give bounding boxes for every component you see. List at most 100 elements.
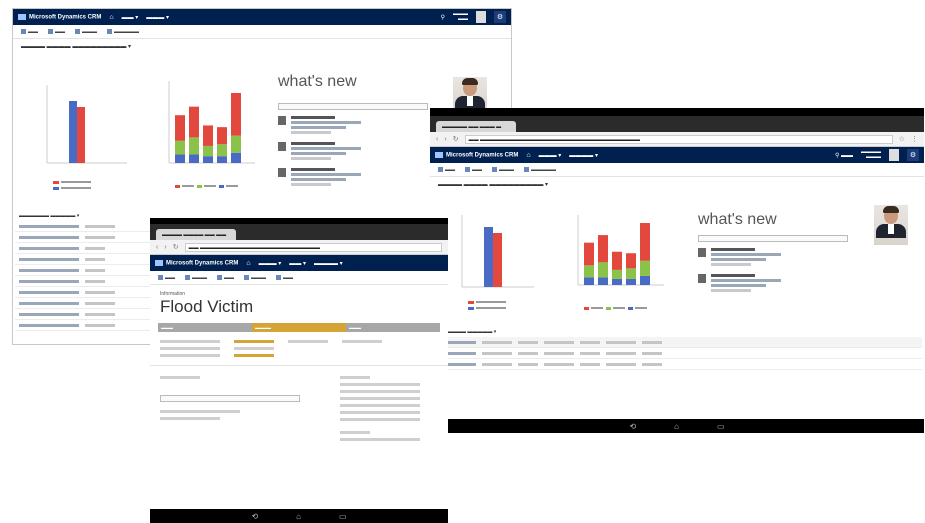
table-row[interactable] (15, 298, 155, 309)
feed-item (278, 142, 438, 162)
table-row[interactable] (432, 359, 922, 370)
crm-logo[interactable]: Microsoft Dynamics CRM (155, 259, 238, 266)
nav-item-dashboards[interactable]: ▬▬▬ ▾ (146, 14, 169, 21)
table-row[interactable] (15, 265, 155, 276)
cmd-save-button[interactable]: ▬▬ (48, 29, 65, 35)
user-photo (453, 77, 487, 111)
table-row[interactable] (15, 232, 155, 243)
cmd-process-button[interactable]: ▬▬▬ (244, 275, 266, 281)
android-recents-icon[interactable]: ▭ (339, 512, 347, 521)
nav-item-sales[interactable]: ▬▬ ▾ (122, 14, 139, 21)
whats-new-title: what's new (278, 73, 357, 90)
post-icon (698, 248, 706, 257)
back-arrow-icon[interactable]: ‹ (436, 136, 438, 143)
dashboard-selector[interactable]: ▬▬▬▬ ▬▬▬▬ ▬▬▬▬▬▬▬▬▬ ▾ (13, 39, 511, 54)
gear-icon[interactable]: ⚙ (907, 149, 919, 161)
process-stage[interactable]: ▬▬▬ (346, 323, 440, 332)
browser-tab[interactable]: ▬▬▬▬ ▬▬▬▬ ▬▬ ▬▬ (156, 229, 236, 240)
forward-arrow-icon[interactable]: › (444, 136, 446, 143)
cmd-share-button[interactable]: ▬▬ (276, 275, 293, 281)
tablet-chart-2 (577, 215, 664, 310)
cmd-save-button[interactable]: ▬▬ (465, 167, 482, 173)
chart-2-bar-segment (598, 262, 608, 278)
home-icon[interactable]: ⌂ (109, 14, 113, 21)
cmd-set-default-button[interactable]: ▬▬▬▬▬ (524, 167, 556, 173)
nav-item-record[interactable]: ▬▬▬▬ ▾ (314, 260, 343, 267)
note-input[interactable] (160, 395, 300, 402)
post-icon (278, 116, 286, 125)
menu-icon[interactable]: ⋮ (911, 135, 918, 143)
chart-2-bar-segment (584, 265, 594, 278)
avatar[interactable] (889, 149, 899, 161)
chart-2-bar-segment (640, 275, 650, 285)
crm-logo[interactable]: Microsoft Dynamics CRM (435, 151, 518, 158)
cmd-refresh-button[interactable]: ▬▬▬ (75, 29, 97, 35)
whats-new-title: what's new (698, 211, 777, 228)
home-icon[interactable]: ⌂ (246, 260, 250, 267)
cmd-deactivate-button[interactable]: ▬▬▬ (185, 275, 207, 281)
cmd-new-button[interactable]: ▬▬ (438, 167, 455, 173)
process-fields (150, 332, 448, 365)
nav-item-sales[interactable]: ▬▬▬ ▾ (259, 260, 282, 267)
user-info[interactable]: ▬▬▬▬ ▬▬▬ (861, 150, 881, 160)
table-row[interactable] (15, 287, 155, 298)
search-icon[interactable]: ⚲ (441, 14, 445, 21)
table-row[interactable] (15, 254, 155, 265)
back-arrow-icon[interactable]: ‹ (156, 244, 158, 251)
android-back-icon[interactable]: ⟲ (251, 512, 258, 521)
back-chart-2 (168, 81, 255, 188)
cmd-set-default-button[interactable]: ▬▬▬▬▬ (107, 29, 139, 35)
reload-icon[interactable]: ↻ (453, 135, 459, 143)
android-recents-icon[interactable]: ▭ (717, 422, 725, 431)
nav-item-cases[interactable]: ▬▬ ▾ (289, 260, 306, 267)
url-field[interactable]: ▬▬ ▬▬▬▬▬▬▬▬▬▬▬▬▬▬▬▬▬▬▬▬▬▬▬▬ (184, 242, 442, 252)
user-info[interactable]: ▬▬▬ ▬▬ (453, 12, 468, 22)
table-row[interactable] (15, 309, 155, 320)
chart-2-bar-segment (598, 277, 608, 285)
nav-item-dashboards[interactable]: ▬▬▬▬ ▾ (569, 152, 598, 159)
android-back-icon[interactable]: ⟲ (629, 422, 636, 431)
chart-2-bar-segment (640, 260, 650, 276)
android-home-icon[interactable]: ⌂ (296, 512, 301, 521)
chart-2-bar-segment (626, 268, 636, 279)
chart-2-bar-segment (203, 145, 213, 157)
gear-icon[interactable]: ⚙ (494, 11, 506, 23)
url-field[interactable]: ▬▬ ▬▬▬▬▬▬▬▬▬▬▬▬▬▬▬▬▬▬▬▬▬▬▬▬▬▬▬▬▬▬▬▬ (464, 134, 893, 144)
cmd-new-button[interactable]: ▬▬ (21, 29, 38, 35)
table-row[interactable] (15, 320, 155, 331)
table-row[interactable] (432, 348, 922, 359)
post-input[interactable] (698, 235, 848, 242)
post-icon (278, 142, 286, 151)
url-bar: ‹ › ↻ ▬▬ ▬▬▬▬▬▬▬▬▬▬▬▬▬▬▬▬▬▬▬▬▬▬▬▬▬▬▬▬▬▬▬… (430, 132, 924, 147)
cmd-delete-button[interactable]: ▬▬ (217, 275, 234, 281)
browser-tab[interactable]: ▬▬▬▬▬ ▬▬ ▬▬▬ ▬ (436, 121, 516, 132)
chart-1-bar-red (493, 233, 502, 287)
table-row[interactable] (15, 243, 155, 254)
table-row[interactable] (15, 221, 155, 232)
process-stage[interactable]: ▬▬▬ (158, 323, 252, 332)
list-title[interactable]: ▬▬▬▬▬▬ ▬▬▬▬▬ ▾ (15, 211, 155, 221)
chart-2-bar-segment (626, 253, 636, 269)
list-title[interactable]: ▬▬▬▬▬▬ ▬▬▬▬▬ ▾ (432, 327, 922, 337)
forward-arrow-icon[interactable]: › (164, 244, 166, 251)
crm-logo[interactable]: Microsoft Dynamics CRM (18, 13, 101, 20)
command-bar: ▬▬ ▬▬▬ ▬▬ ▬▬▬ ▬▬ (150, 271, 448, 285)
dashboard-selector[interactable]: ▬▬▬▬ ▬▬▬▬ ▬▬▬▬▬▬▬▬▬ ▾ (430, 177, 924, 192)
star-icon[interactable]: ☆ (899, 135, 905, 143)
chart-1-axis (46, 85, 127, 164)
search-icon[interactable]: ⚲ ▬▬ (835, 152, 853, 159)
home-icon[interactable]: ⌂ (526, 152, 530, 159)
cmd-refresh-button[interactable]: ▬▬▬ (492, 167, 514, 173)
process-stage-active[interactable]: ▬▬▬▬ (252, 323, 346, 332)
whats-new-panel: what's new (698, 211, 858, 294)
post-input[interactable] (278, 103, 428, 110)
nav-item-sales[interactable]: ▬▬▬ ▾ (539, 152, 562, 159)
cmd-new-button[interactable]: ▬▬ (158, 275, 175, 281)
avatar[interactable] (476, 11, 486, 23)
chart-2-bar-segment (189, 154, 199, 163)
chart-1-bar-blue (484, 227, 493, 287)
reload-icon[interactable]: ↻ (173, 243, 179, 251)
chart-2-bar-segment (175, 154, 185, 163)
android-home-icon[interactable]: ⌂ (674, 422, 679, 431)
table-row[interactable] (15, 276, 155, 287)
